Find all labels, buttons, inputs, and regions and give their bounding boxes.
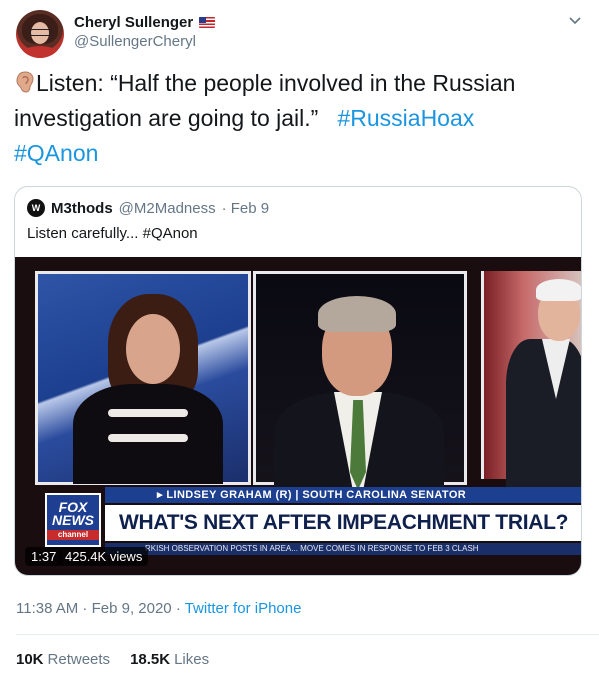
news-ticker: RKISH OBSERVATION POSTS IN AREA... MOVE … <box>105 543 581 555</box>
video-duration: 1:37 <box>25 547 63 566</box>
quoted-author-handle: @M2Madness <box>118 199 216 217</box>
video-player[interactable]: FOX NEWS channel ▸ LINDSEY GRAHAM (R) | … <box>15 257 581 575</box>
ear-icon <box>16 71 34 93</box>
tweet-header: Cheryl Sullenger @SullengerCheryl <box>16 10 583 58</box>
retweets-stat[interactable]: 10K Retweets <box>16 651 110 668</box>
hashtag-qanon[interactable]: #QAnon <box>14 140 98 166</box>
us-flag-icon <box>199 17 216 28</box>
quoted-author-name: M3thods <box>51 199 113 217</box>
news-lower-third: FOX NEWS channel ▸ LINDSEY GRAHAM (R) | … <box>45 487 581 555</box>
chevron-down-icon[interactable] <box>567 12 583 28</box>
author-display-name[interactable]: Cheryl Sullenger <box>74 14 216 31</box>
divider <box>16 634 599 635</box>
quoted-tweet-header: W M3thods @M2Madness · Feb 9 <box>27 199 269 217</box>
video-panel-right <box>481 271 581 489</box>
network-logo: FOX NEWS channel <box>45 493 101 547</box>
video-panel-host <box>35 271 251 485</box>
likes-stat[interactable]: 18.5K Likes <box>130 651 209 668</box>
video-views: 425.4K views <box>59 547 149 566</box>
tweet-source-link[interactable]: Twitter for iPhone <box>185 600 302 617</box>
hashtag-russiahoax[interactable]: #RussiaHoax <box>337 105 474 131</box>
video-panel-guest <box>253 271 467 492</box>
author-handle[interactable]: @SullengerCheryl <box>74 33 215 50</box>
quoted-tweet-text: Listen carefully... #QAnon <box>27 225 198 242</box>
tweet-stats: 10K Retweets 18.5K Likes <box>16 651 209 668</box>
chyron-name-bar: ▸ LINDSEY GRAHAM (R) | SOUTH CAROLINA SE… <box>105 487 581 503</box>
author-name-block: Cheryl Sullenger @SullengerCheryl <box>74 14 216 50</box>
quoted-tweet-date: · Feb 9 <box>221 199 270 217</box>
author-display-name-text[interactable]: Cheryl Sullenger <box>74 14 193 31</box>
author-avatar[interactable] <box>16 10 64 58</box>
tweet-text: Listen: “Half the people involved in the… <box>14 66 574 171</box>
chyron-headline: WHAT'S NEXT AFTER IMPEACHMENT TRIAL? <box>105 505 581 541</box>
quoted-author-avatar: W <box>27 199 45 217</box>
tweet-timestamp[interactable]: 11:38 AM · Feb 9, 2020 · <box>16 600 185 617</box>
tweet-timestamp-line: 11:38 AM · Feb 9, 2020 · Twitter for iPh… <box>16 600 301 617</box>
quoted-tweet-card[interactable]: W M3thods @M2Madness · Feb 9 Listen care… <box>14 186 582 576</box>
